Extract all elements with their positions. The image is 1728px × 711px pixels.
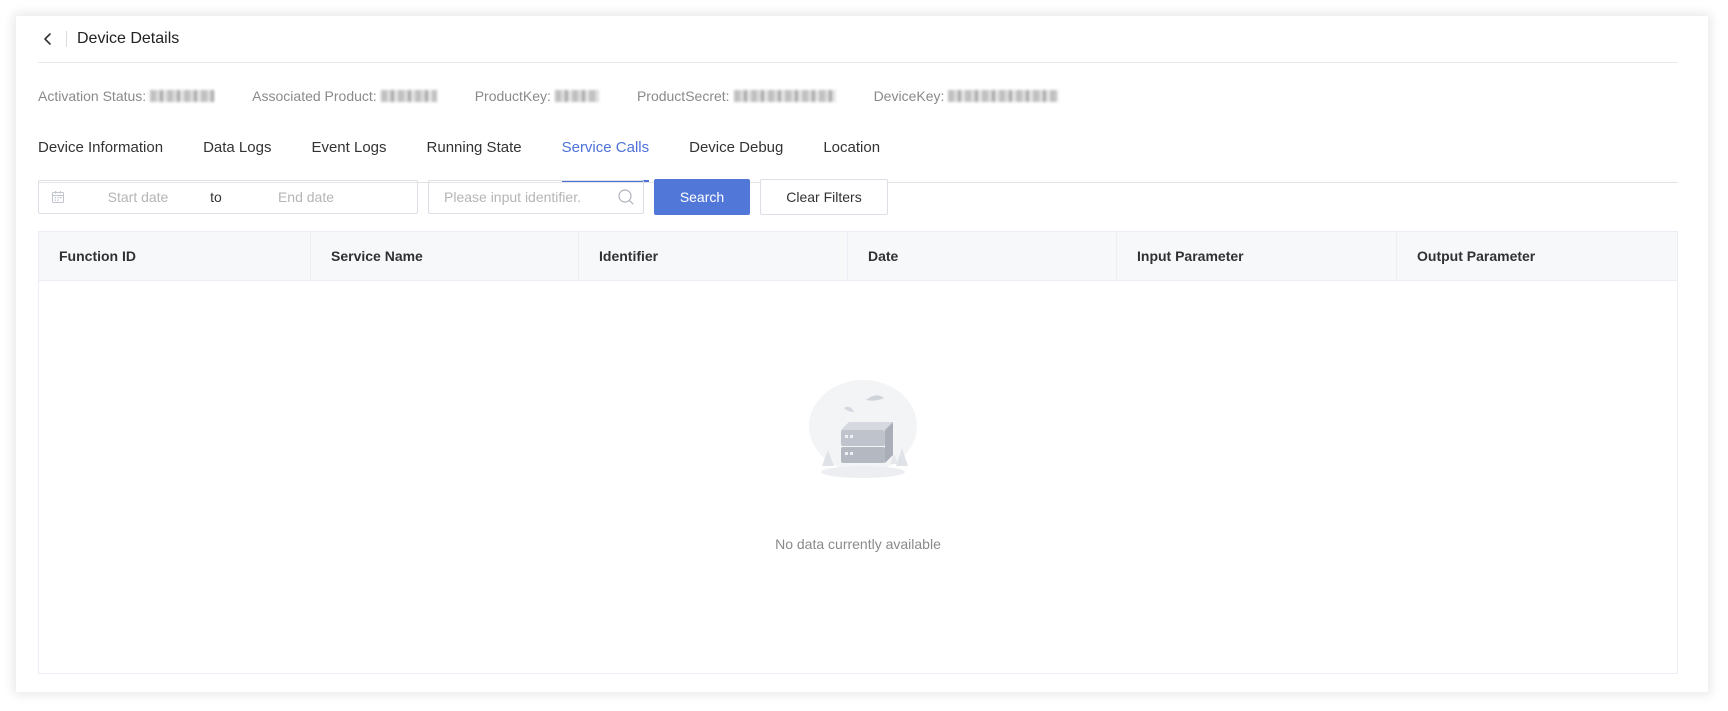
tab-data-logs[interactable]: Data Logs [203, 134, 271, 181]
start-date-input[interactable]: Start date [75, 189, 201, 205]
tab-device-debug[interactable]: Device Debug [689, 134, 783, 181]
tab-running-state[interactable]: Running State [427, 134, 522, 181]
prop-device-key: DeviceKey: [874, 88, 1059, 104]
tab-device-information[interactable]: Device Information [38, 134, 163, 181]
header-divider [66, 31, 67, 47]
redacted-value [733, 90, 836, 102]
search-icon[interactable] [617, 188, 635, 206]
filter-bar: Start date to End date Search Clear Filt… [38, 179, 888, 215]
redacted-value [948, 90, 1059, 102]
prop-label: DeviceKey: [873, 88, 945, 104]
redacted-value [554, 90, 599, 102]
prop-associated-product: Associated Product: [252, 88, 437, 104]
redacted-value [150, 90, 215, 102]
search-button[interactable]: Search [654, 179, 750, 215]
table-header: Function ID Service Name Identifier Date… [39, 232, 1677, 281]
calendar-icon [52, 191, 64, 203]
column-header-date[interactable]: Date [848, 232, 1117, 280]
date-range-picker[interactable]: Start date to End date [38, 180, 418, 214]
tab-location[interactable]: Location [823, 134, 880, 181]
service-calls-table: Function ID Service Name Identifier Date… [38, 231, 1678, 674]
end-date-input[interactable]: End date [231, 189, 381, 205]
empty-state-message: No data currently available [775, 536, 941, 552]
tab-service-calls[interactable]: Service Calls [561, 134, 649, 182]
chevron-left-icon [44, 33, 51, 45]
column-header-input-parameter[interactable]: Input Parameter [1117, 232, 1397, 280]
column-header-function-id[interactable]: Function ID [39, 232, 311, 280]
device-properties: Activation Status: Associated Product: P… [38, 86, 1096, 106]
identifier-input[interactable] [444, 189, 617, 205]
prop-label: Activation Status: [38, 88, 147, 104]
prop-product-key: ProductKey: [475, 88, 599, 104]
clear-filters-button[interactable]: Clear Filters [760, 179, 888, 215]
column-header-service-name[interactable]: Service Name [311, 232, 579, 280]
prop-label: Associated Product: [252, 88, 377, 104]
detail-tabs: Device Information Data Logs Event Logs … [38, 134, 1678, 183]
date-range-separator: to [210, 189, 222, 205]
prop-label: ProductKey: [474, 88, 551, 104]
empty-state: No data currently available [39, 280, 1677, 673]
device-details-card: Device Details Activation Status: Associ… [16, 16, 1708, 692]
identifier-search-box [428, 180, 644, 214]
prop-activation-status: Activation Status: [38, 88, 215, 104]
redacted-value [380, 90, 437, 102]
prop-product-secret: ProductSecret: [637, 88, 836, 104]
tab-event-logs[interactable]: Event Logs [311, 134, 386, 181]
empty-data-illustration [809, 380, 917, 478]
column-header-output-parameter[interactable]: Output Parameter [1397, 232, 1677, 280]
back-button[interactable] [38, 29, 58, 49]
page-title: Device Details [77, 30, 180, 47]
column-header-identifier[interactable]: Identifier [579, 232, 848, 280]
page-header: Device Details [38, 16, 1678, 63]
prop-label: ProductSecret: [636, 88, 730, 104]
